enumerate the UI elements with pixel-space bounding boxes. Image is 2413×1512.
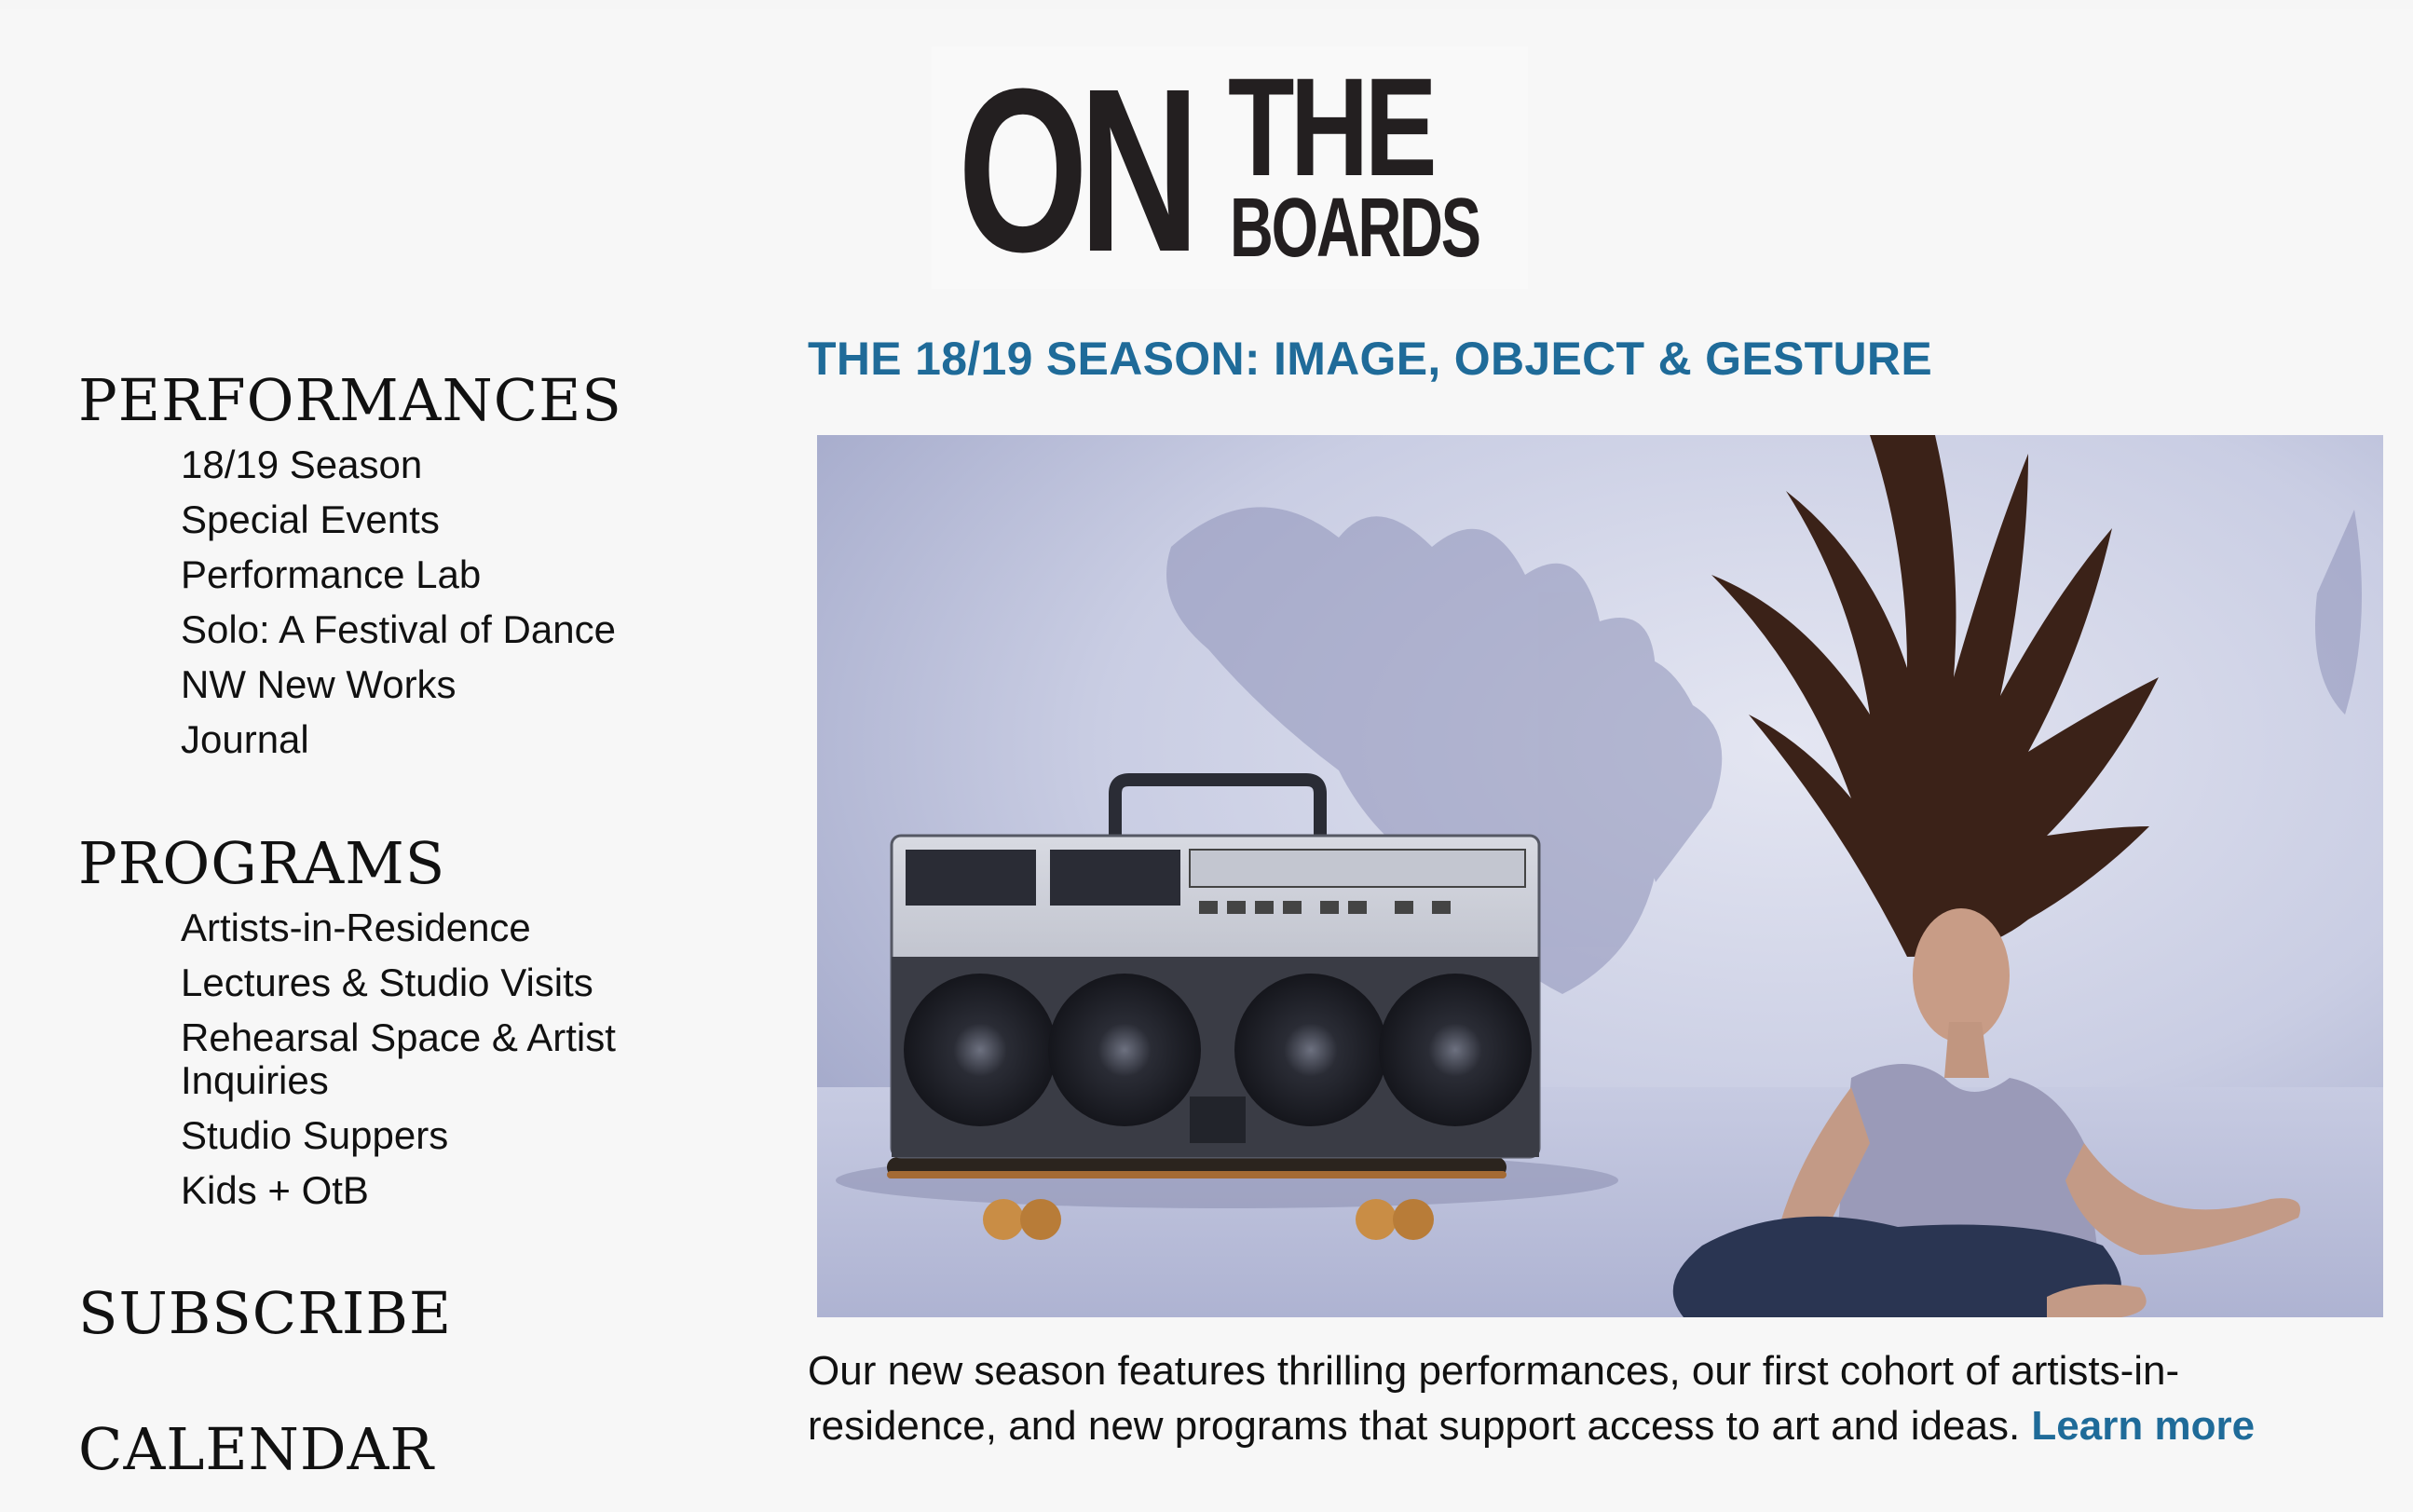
season-description-text: Our new season features thrilling perfor… [808,1348,2180,1449]
season-headline: THE 18/19 SEASON: IMAGE, OBJECT & GESTUR… [808,333,1932,385]
programs-submenu: Artists-in-Residence Lectures & Studio V… [78,901,702,1219]
nav-item-studio-suppers[interactable]: Studio Suppers [181,1109,702,1164]
nav-item-artists-in-residence[interactable]: Artists-in-Residence [181,901,702,956]
nav-item-solo-festival[interactable]: Solo: A Festival of Dance [181,603,702,658]
nav-section-performances: PERFORMANCES 18/19 Season Special Events… [78,363,702,768]
learn-more-link[interactable]: Learn more [2031,1403,2255,1449]
nav-item-lectures-studio-visits[interactable]: Lectures & Studio Visits [181,956,702,1011]
performances-submenu: 18/19 Season Special Events Performance … [78,438,702,768]
nav-item-journal[interactable]: Journal [181,713,702,768]
logo-word-boards: BOARDS [1230,182,1481,275]
nav-heading-subscribe[interactable]: SUBSCRIBE [78,1276,452,1351]
nav-item-performance-lab[interactable]: Performance Lab [181,548,702,603]
hero-image[interactable] [817,435,2383,1317]
nav-item-season[interactable]: 18/19 Season [181,438,702,493]
nav-section-subscribe: SUBSCRIBE [78,1276,452,1351]
nav-section-programs: PROGRAMS Artists-in-Residence Lectures &… [78,826,702,1219]
nav-item-kids-otb[interactable]: Kids + OtB [181,1164,702,1219]
nav-heading-calendar[interactable]: CALENDAR [78,1412,434,1487]
nav-heading-programs[interactable]: PROGRAMS [78,826,702,901]
logo-word-the: THE [1228,48,1438,205]
nav-item-nw-new-works[interactable]: NW New Works [181,658,702,713]
nav-item-special-events[interactable]: Special Events [181,493,702,548]
nav-heading-performances[interactable]: PERFORMANCES [78,363,702,438]
logo-word-on: ON [958,40,1200,300]
nav-item-rehearsal-space[interactable]: Rehearsal Space & Artist Inquiries [181,1011,665,1109]
page: ON THE BOARDS PERFORMANCES 18/19 Season … [0,9,2413,1512]
site-logo[interactable]: ON THE BOARDS [932,47,1528,289]
season-description: Our new season features thrilling perfor… [808,1343,2354,1453]
dancer-with-boombox-photo-icon [817,435,2383,1317]
nav-section-calendar: CALENDAR [78,1412,434,1487]
